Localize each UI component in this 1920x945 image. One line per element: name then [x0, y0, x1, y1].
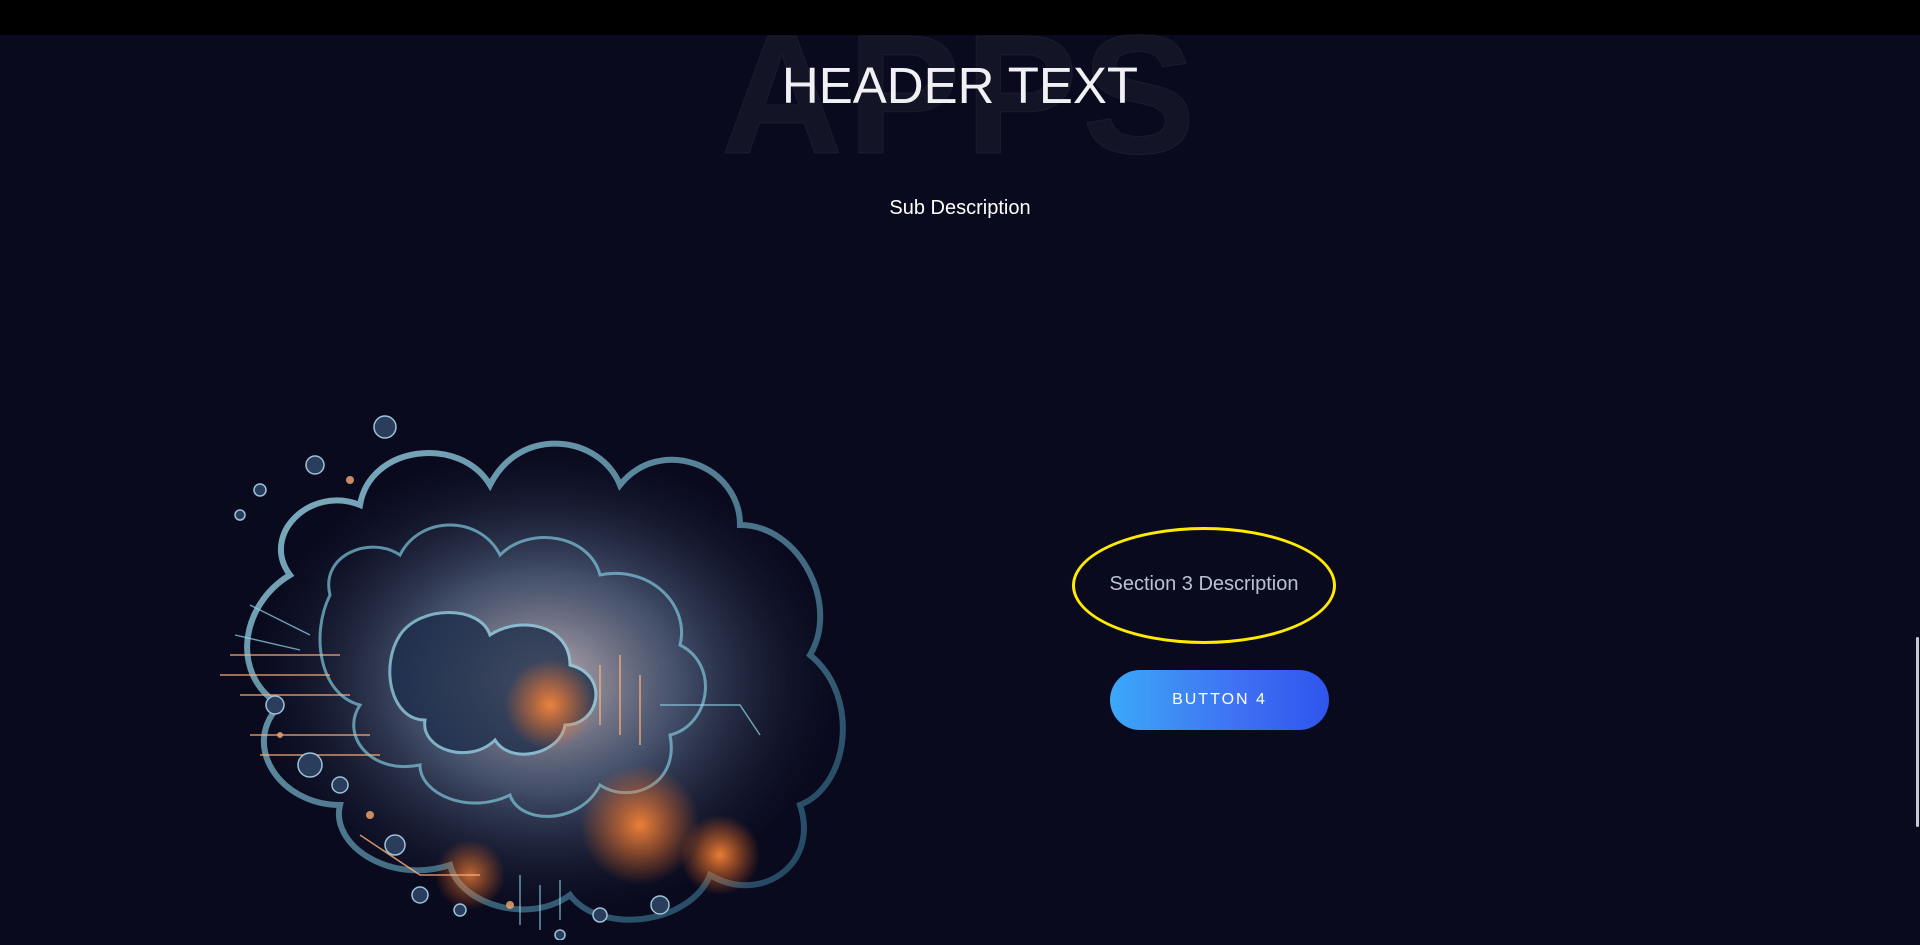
brain-cloud-illustration: [220, 415, 846, 940]
page-scrollbar[interactable]: [1914, 35, 1920, 945]
scrollbar-thumb[interactable]: [1916, 637, 1919, 827]
page-title: HEADER TEXT: [781, 57, 1139, 114]
section3-description: Section 3 Description: [1109, 573, 1299, 595]
button-4[interactable]: BUTTON 4: [1110, 670, 1329, 730]
section3-description-highlight: Section 3 Description: [1072, 527, 1336, 644]
page-subtitle: Sub Description: [889, 197, 1031, 219]
